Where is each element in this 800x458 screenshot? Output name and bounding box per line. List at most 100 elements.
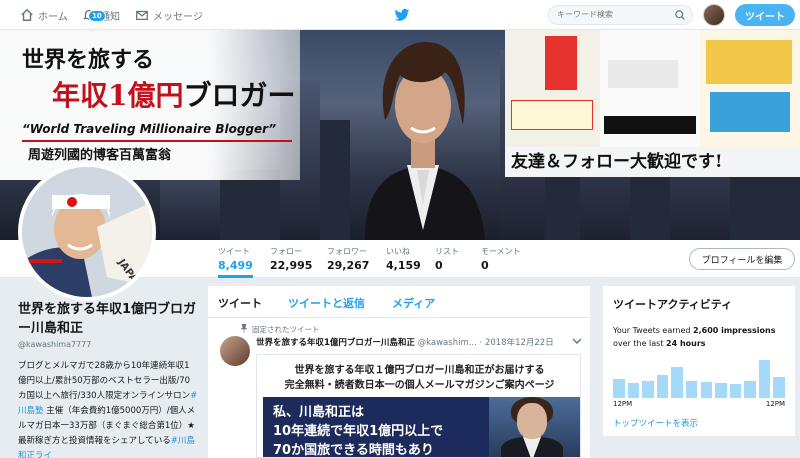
profile-handle[interactable]: @kawashima7777 <box>18 340 91 349</box>
banner-title-line1: 世界を旅する <box>22 47 155 73</box>
activity-period: 24 hours <box>666 339 706 348</box>
profile-avatar-image: JAPAN <box>22 167 152 297</box>
impressions-bar <box>685 381 698 398</box>
profile-bio: ブログとメルマガで28歳から10年連続年収1億円以上/累計50万部のベストセラー… <box>18 359 198 458</box>
banner-welcome-text: 友達＆フォロー大歓迎です! <box>505 147 800 177</box>
tweet-activity-summary: Your Tweets earned 2,600 impressions ove… <box>613 324 791 350</box>
impressions-bar <box>627 383 640 398</box>
banner-title-black: ブロガー <box>183 79 296 112</box>
pin-icon <box>240 324 248 333</box>
nav-messages-label: メッセージ <box>153 11 203 23</box>
axis-label-right: 12PM <box>765 400 785 408</box>
stat-label: ツイート <box>218 247 250 256</box>
nav-notifications[interactable]: 10 通知 <box>82 0 120 30</box>
chevron-down-icon[interactable] <box>572 337 582 345</box>
pinned-tweet-label: 固定されたツイート <box>252 325 320 334</box>
tab-media[interactable]: メディア <box>392 295 435 311</box>
stat-label: フォロー <box>270 247 302 256</box>
search-icon[interactable] <box>674 9 686 21</box>
tab-tweets-and-replies[interactable]: ツイートと返信 <box>288 295 365 311</box>
stat-value: 4,159 <box>386 259 421 272</box>
stat-lists[interactable]: リスト 0 <box>435 246 459 272</box>
stat-value: 22,995 <box>270 259 313 272</box>
stat-value: 0 <box>481 259 489 272</box>
impressions-bar <box>729 384 742 398</box>
tweet-activity-title: ツイートアクティビティ <box>613 298 733 311</box>
book-band <box>604 116 696 134</box>
portrait-face <box>517 403 547 439</box>
activity-text: over the last <box>613 339 667 348</box>
profile-sidebar: 世界を旅する年収1億円ブロガー川島和正 @kawashima7777 ブログとメ… <box>0 278 205 458</box>
impressions-bar <box>744 381 756 398</box>
impressions-bar <box>773 377 785 398</box>
search-input[interactable] <box>557 10 667 19</box>
stat-tweets[interactable]: ツイート 8,499 <box>218 246 253 278</box>
bio-text: ブログとメルマガで28歳から10年連続年収1億円以上/累計50万部のベストセラー… <box>18 361 191 401</box>
timeline: ツイート ツイートと返信 メディア 固定されたツイート 世界を旅する年収1億円ブ… <box>208 286 590 458</box>
impressions-bar <box>715 383 727 398</box>
banner-portrait <box>365 42 485 240</box>
book-cover <box>700 30 800 147</box>
compose-tweet-button[interactable]: ツイート <box>735 4 795 26</box>
stat-moments[interactable]: モーメント 0 <box>481 246 521 272</box>
tweet-author-handle[interactable]: @kawashim... <box>418 338 477 348</box>
banner-title-red: 年収1億円 <box>52 79 184 112</box>
stat-value: 0 <box>435 259 443 272</box>
stat-label: いいね <box>386 247 410 256</box>
tweet-media-image[interactable]: 世界を旅する年収１億円ブロガー川島和正がお届けする 完全無料・読者数日本一の個人… <box>256 354 581 458</box>
impressions-bar <box>613 379 625 398</box>
activity-impressions: 2,600 impressions <box>693 326 776 335</box>
twitter-bird-icon[interactable] <box>394 7 410 23</box>
nav-messages[interactable]: メッセージ <box>135 0 203 30</box>
impressions-bar <box>700 382 713 398</box>
tweet-header: 世界を旅する年収1億円ブロガー川島和正 @kawashim... · 2018年… <box>256 336 554 348</box>
search-box[interactable] <box>548 5 693 25</box>
stat-following[interactable]: フォロー 22,995 <box>270 246 312 272</box>
banner-title-line2: 年収1億円ブロガー <box>52 74 296 114</box>
tweet-date[interactable]: · 2018年12月22日 <box>480 338 554 348</box>
axis-label-left: 12PM <box>613 400 633 408</box>
book-blue-block <box>710 92 790 132</box>
tweet-activity-card: ツイートアクティビティ Your Tweets earned 2,600 imp… <box>603 286 795 436</box>
stat-label: リスト <box>435 247 459 256</box>
stat-likes[interactable]: いいね 4,159 <box>386 246 421 272</box>
media-navy-panel: 私、川島和正は 10年連続で年収1億円以上で 70か国旅できる時間もあり <box>263 397 489 458</box>
impressions-bar-chart <box>613 356 785 398</box>
tweet-author-avatar[interactable] <box>220 336 250 366</box>
top-navigation-bar: ホーム 10 通知 メッセージ ツイート <box>0 0 800 30</box>
tab-tweets[interactable]: ツイート <box>218 295 262 311</box>
stat-value: 29,267 <box>327 259 370 272</box>
stat-label: フォロワー <box>327 247 367 256</box>
account-avatar[interactable] <box>703 4 725 26</box>
impressions-bar <box>671 366 683 398</box>
twitter-profile-page: ホーム 10 通知 メッセージ ツイート <box>0 0 800 458</box>
nav-home-label: ホーム <box>38 11 68 23</box>
media-big-text-2: 10年連続で年収1億円以上で <box>273 424 444 439</box>
media-portrait <box>489 397 580 457</box>
impressions-bar <box>758 360 771 398</box>
stat-label: モーメント <box>481 247 521 256</box>
profile-avatar[interactable]: JAPAN <box>18 163 156 301</box>
media-headline-1: 世界を旅する年収１億円ブロガー川島和正がお届けする <box>294 365 545 376</box>
nav-home[interactable]: ホーム <box>20 0 68 30</box>
envelope-icon <box>136 10 148 21</box>
stat-followers[interactable]: フォロワー 29,267 <box>327 246 369 272</box>
impressions-bar <box>656 374 669 398</box>
activity-text: Your Tweets earned <box>613 326 694 335</box>
notification-count-badge: 10 <box>88 10 106 22</box>
media-big-text-3: 70か国旅できる時間もあり <box>273 443 434 458</box>
timeline-tabs: ツイート ツイートと返信 メディア <box>208 286 590 318</box>
book-band <box>511 100 593 130</box>
banner-chinese-subtitle: 周遊列國的博客百萬富翁 <box>28 148 172 163</box>
building-shape <box>220 170 280 240</box>
profile-name[interactable]: 世界を旅する年収1億円ブロガー川島和正 <box>18 300 198 338</box>
edit-profile-button[interactable]: プロフィールを編集 <box>689 248 795 270</box>
tweet-author-name[interactable]: 世界を旅する年収1億円ブロガー川島和正 <box>256 338 415 348</box>
view-top-tweets-link[interactable]: トップツイートを表示 <box>613 417 698 429</box>
media-big-text-1: 私、川島和正は <box>273 405 365 420</box>
bio-text: 主催（年会費約1億5000万円）/個人メルマガ日本一33万部（まぐまぐ総合第1位… <box>18 406 196 446</box>
book-red-block <box>545 36 577 90</box>
book-text-block <box>608 60 678 88</box>
stat-value: 8,499 <box>218 259 253 272</box>
impressions-bar <box>642 381 654 398</box>
